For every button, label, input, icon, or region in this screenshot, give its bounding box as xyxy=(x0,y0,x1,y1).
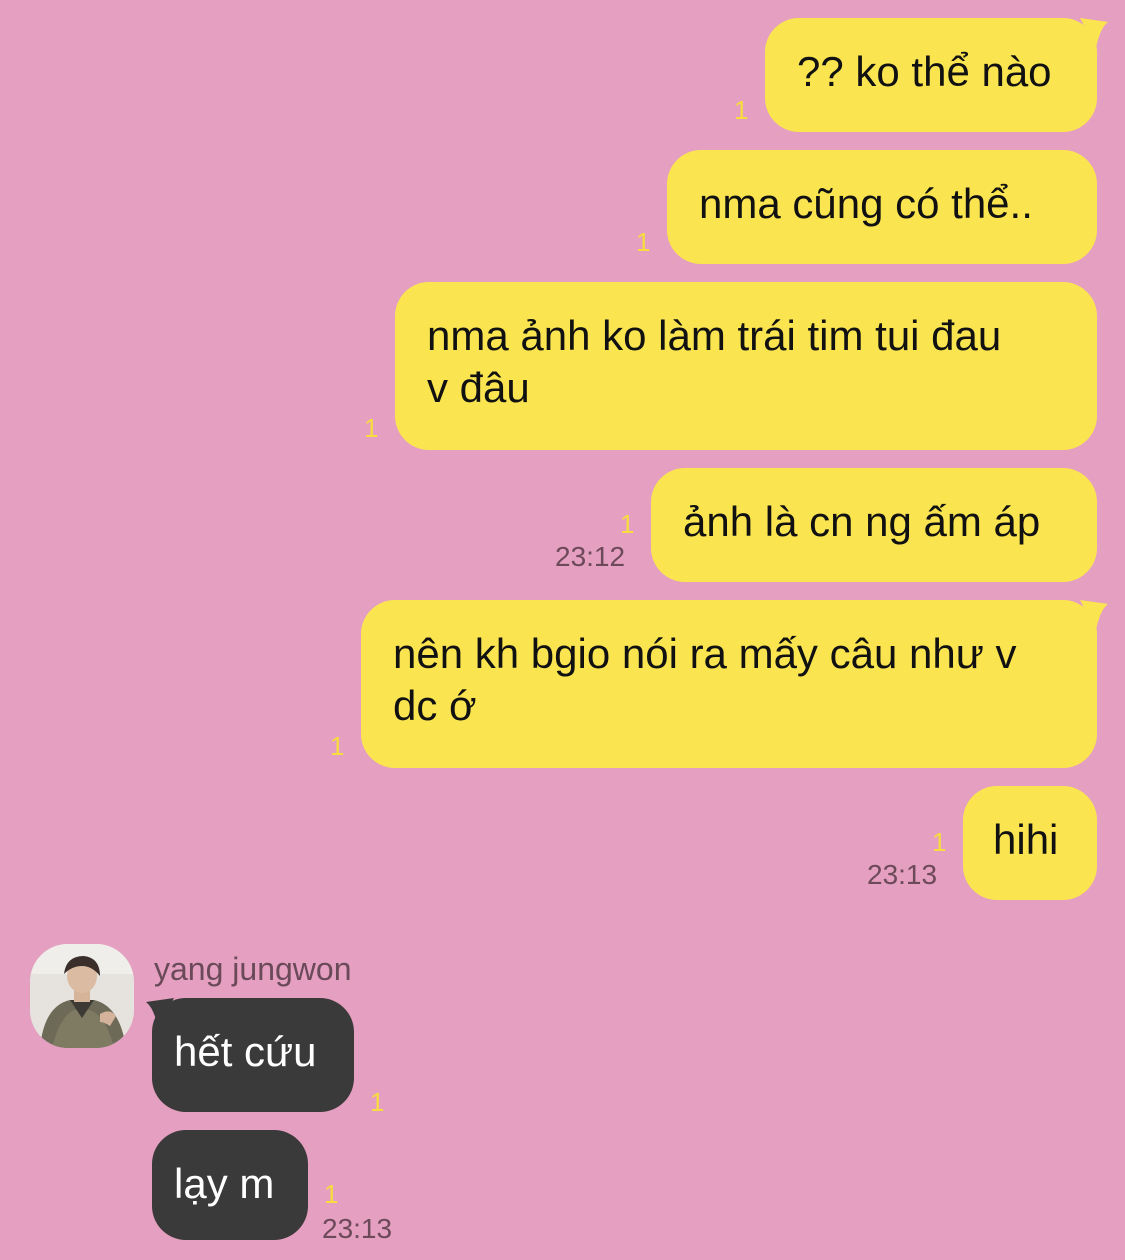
unread-count: 1 xyxy=(330,731,345,761)
message-timestamp: 23:13 xyxy=(322,1213,393,1244)
bubble-tail xyxy=(1080,18,1108,48)
unread-count: 1 xyxy=(324,1179,339,1209)
unread-count: 1 xyxy=(932,827,947,857)
incoming-message[interactable]: lạy m xyxy=(152,1130,308,1240)
avatar[interactable] xyxy=(30,944,134,1048)
unread-count: 1 xyxy=(734,95,749,125)
outgoing-message[interactable]: ảnh là cn ng ấm áp xyxy=(651,468,1097,582)
profile-photo xyxy=(30,944,134,1048)
incoming-message[interactable]: hết cứu xyxy=(152,998,354,1112)
sender-name: yang jungwon xyxy=(154,951,352,987)
unread-count: 1 xyxy=(636,227,651,257)
message-timestamp: 23:12 xyxy=(555,541,626,572)
bubble-tail xyxy=(1080,600,1108,630)
message-timestamp: 23:13 xyxy=(867,859,938,890)
outgoing-message[interactable]: hihi xyxy=(963,786,1097,900)
outgoing-message[interactable]: nma ảnh ko làm trái tim tui đau v đâu xyxy=(395,282,1097,450)
bubble-tail xyxy=(146,998,174,1028)
chat-area: ?? ko thể nào 1 nma cũng có thể.. 1 nma … xyxy=(0,0,1125,1260)
unread-count: 1 xyxy=(370,1087,385,1117)
unread-count: 1 xyxy=(620,509,635,539)
unread-count: 1 xyxy=(364,413,379,443)
outgoing-message[interactable]: ?? ko thể nào xyxy=(765,18,1097,132)
outgoing-message[interactable]: nên kh bgio nói ra mấy câu như v dc ớ xyxy=(361,600,1097,768)
outgoing-message[interactable]: nma cũng có thể.. xyxy=(667,150,1097,264)
